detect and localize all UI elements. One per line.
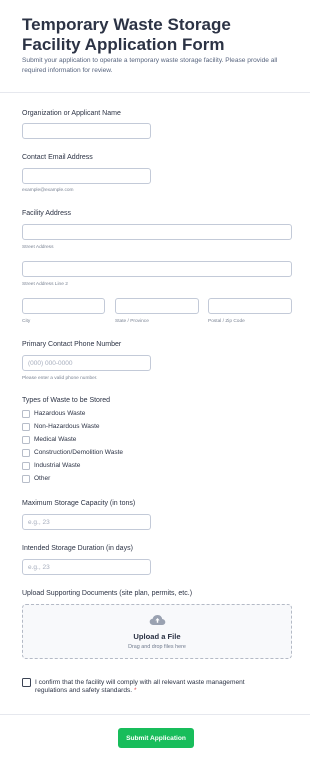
checkbox[interactable] [22, 423, 30, 431]
upload-subtitle: Drag and drop files here [128, 644, 186, 650]
upload-label: Upload Supporting Documents (site plan, … [22, 590, 193, 597]
file-upload-dropzone[interactable]: Upload a File Drag and drop files here [22, 604, 292, 659]
phone-input[interactable] [22, 355, 151, 371]
footer-divider [0, 714, 310, 715]
capacity-label: Maximum Storage Capacity (in tons) [22, 500, 136, 507]
checkbox[interactable] [22, 436, 30, 444]
waste-types-label: Types of Waste to be Stored [22, 397, 111, 404]
required-asterisk: * [133, 687, 137, 695]
duration-input[interactable] [22, 559, 151, 575]
waste-option-label: Medical Waste [34, 436, 77, 443]
form-subtitle: Submit your application to operate a tem… [22, 57, 278, 74]
confirm-checkbox[interactable] [22, 678, 31, 687]
cloud-upload-icon [149, 615, 166, 625]
city-input[interactable] [22, 298, 105, 314]
postal-code-input[interactable] [208, 298, 292, 314]
postal-code-sublabel: Postal / Zip Code [208, 319, 245, 324]
form-header: Temporary Waste Storage Facility Applica… [0, 0, 310, 93]
checkbox[interactable] [22, 462, 30, 470]
street-address-line2-sublabel: Street Address Line 2 [22, 282, 68, 287]
email-sublabel: example@example.com [22, 188, 74, 193]
checkbox[interactable] [22, 410, 30, 418]
street-address-sublabel: Street Address [22, 245, 54, 250]
waste-option-label: Non-Hazardous Waste [34, 423, 100, 430]
city-sublabel: City [22, 319, 31, 324]
checkbox[interactable] [22, 475, 30, 483]
submit-button[interactable]: Submit Application [118, 728, 194, 748]
street-address-input[interactable] [22, 224, 292, 240]
state-input[interactable] [115, 298, 199, 314]
address-label: Facility Address [22, 210, 72, 217]
waste-option-label: Hazardous Waste [34, 410, 86, 417]
waste-option-label: Industrial Waste [34, 462, 81, 469]
waste-option-label: Construction/Demolition Waste [34, 449, 123, 456]
organization-input[interactable] [22, 123, 151, 139]
confirm-statement: I confirm that the facility will comply … [35, 679, 275, 696]
confirm-text: I confirm that the facility will comply … [35, 679, 245, 695]
phone-label: Primary Contact Phone Number [22, 341, 122, 348]
checkbox[interactable] [22, 449, 30, 457]
organization-label: Organization or Applicant Name [22, 110, 121, 117]
street-address-line2-input[interactable] [22, 261, 292, 277]
state-sublabel: State / Province [115, 319, 149, 324]
email-input[interactable] [22, 168, 151, 184]
form-title: Temporary Waste Storage Facility Applica… [22, 15, 231, 54]
upload-title: Upload a File [133, 632, 181, 641]
email-label: Contact Email Address [22, 154, 93, 161]
duration-label: Intended Storage Duration (in days) [22, 545, 133, 552]
waste-option-label: Other [34, 475, 51, 482]
phone-sublabel: Please enter a valid phone number. [22, 376, 98, 381]
capacity-input[interactable] [22, 514, 151, 530]
